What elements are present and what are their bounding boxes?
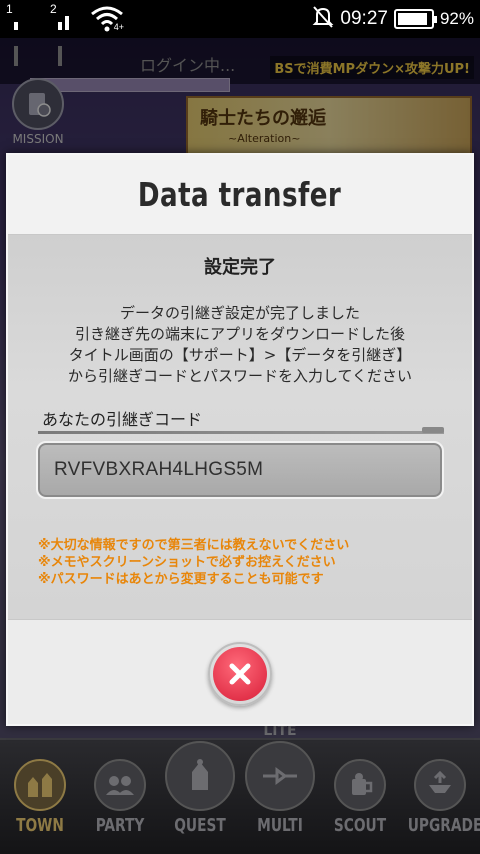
wifi-icon: 4+	[88, 0, 128, 38]
dialog-footer	[8, 619, 472, 724]
battery-icon	[393, 9, 437, 29]
transfer-code-field[interactable]: RVFVBXRAH4LHGS5M	[36, 441, 444, 499]
message-line: 引き継ぎ先の端末にアプリをダウンロードした後	[74, 325, 405, 343]
label-underline	[38, 427, 444, 434]
status-bar: 1 2 4+ 09:27 92%	[0, 0, 480, 66]
nav-party[interactable]: PARTY	[82, 759, 158, 836]
sim2-signal: 2	[48, 0, 88, 66]
clock: 09:27	[340, 8, 388, 29]
warning-notes: ※大切な情報ですので第三者には教えないでください ※メモやスクリーンショットで必…	[38, 537, 349, 588]
nav-label: UPGRADE	[407, 815, 480, 836]
message-line: から引継ぎコードとパスワードを入力してください	[67, 367, 413, 385]
nav-label: PARTY	[95, 815, 145, 836]
dialog-title: Data transfer	[138, 175, 342, 214]
warning-line: ※大切な情報ですので第三者には教えないでください	[38, 538, 350, 553]
transfer-code-label: あなたの引継ぎコード	[42, 410, 203, 429]
data-transfer-dialog: Data transfer 設定完了 データの引継ぎ設定が完了しました 引き継ぎ…	[6, 153, 474, 726]
silent-icon	[312, 5, 334, 34]
instruction-message: データの引継ぎ設定が完了しました 引き継ぎ先の端末にアプリをダウンロードした後 …	[28, 303, 452, 387]
scout-icon	[334, 759, 386, 811]
message-line: タイトル画面の【サポート】>【データを引継ぎ】	[68, 346, 412, 364]
town-icon	[14, 759, 66, 811]
upgrade-icon	[414, 759, 466, 811]
nav-quest[interactable]: QUEST	[162, 741, 238, 836]
nav-multi[interactable]: LITE MULTI	[242, 723, 318, 836]
warning-line: ※メモやスクリーンショットで必ずお控えください	[38, 555, 336, 570]
signal-bars-icon	[14, 8, 18, 66]
sim1-signal: 1	[4, 0, 44, 66]
signal-bars-icon	[58, 8, 69, 66]
nav-scout[interactable]: SCOUT	[322, 759, 398, 836]
warning-line: ※パスワードはあとから変更することも可能です	[38, 572, 324, 587]
transfer-code-value: RVFVBXRAH4LHGS5M	[54, 459, 264, 480]
nav-label: MULTI	[257, 815, 303, 836]
dialog-body: 設定完了 データの引継ぎ設定が完了しました 引き継ぎ先の端末にアプリをダウンロー…	[8, 235, 472, 619]
message-line: データの引継ぎ設定が完了しました	[119, 304, 360, 322]
close-x-icon	[213, 647, 267, 701]
battery-percent: 92%	[439, 9, 474, 28]
nav-label: QUEST	[174, 815, 226, 836]
nav-label: TOWN	[16, 815, 64, 836]
nav-town[interactable]: TOWN	[2, 759, 78, 836]
bottom-navigation: TOWN PARTY QUEST LITE MULTI SCOUT UPGRAD…	[0, 723, 480, 854]
nav-upgrade[interactable]: UPGRADE	[402, 759, 480, 836]
close-button[interactable]	[208, 642, 272, 706]
quest-icon	[165, 741, 235, 811]
multi-icon	[245, 741, 315, 811]
party-icon	[94, 759, 146, 811]
nav-label: SCOUT	[333, 815, 387, 836]
sim2-label: 2	[50, 2, 57, 16]
wifi-tag: 4+	[113, 22, 124, 32]
dialog-header: Data transfer	[8, 155, 472, 235]
completion-heading: 設定完了	[204, 257, 276, 278]
sim1-label: 1	[6, 2, 13, 16]
